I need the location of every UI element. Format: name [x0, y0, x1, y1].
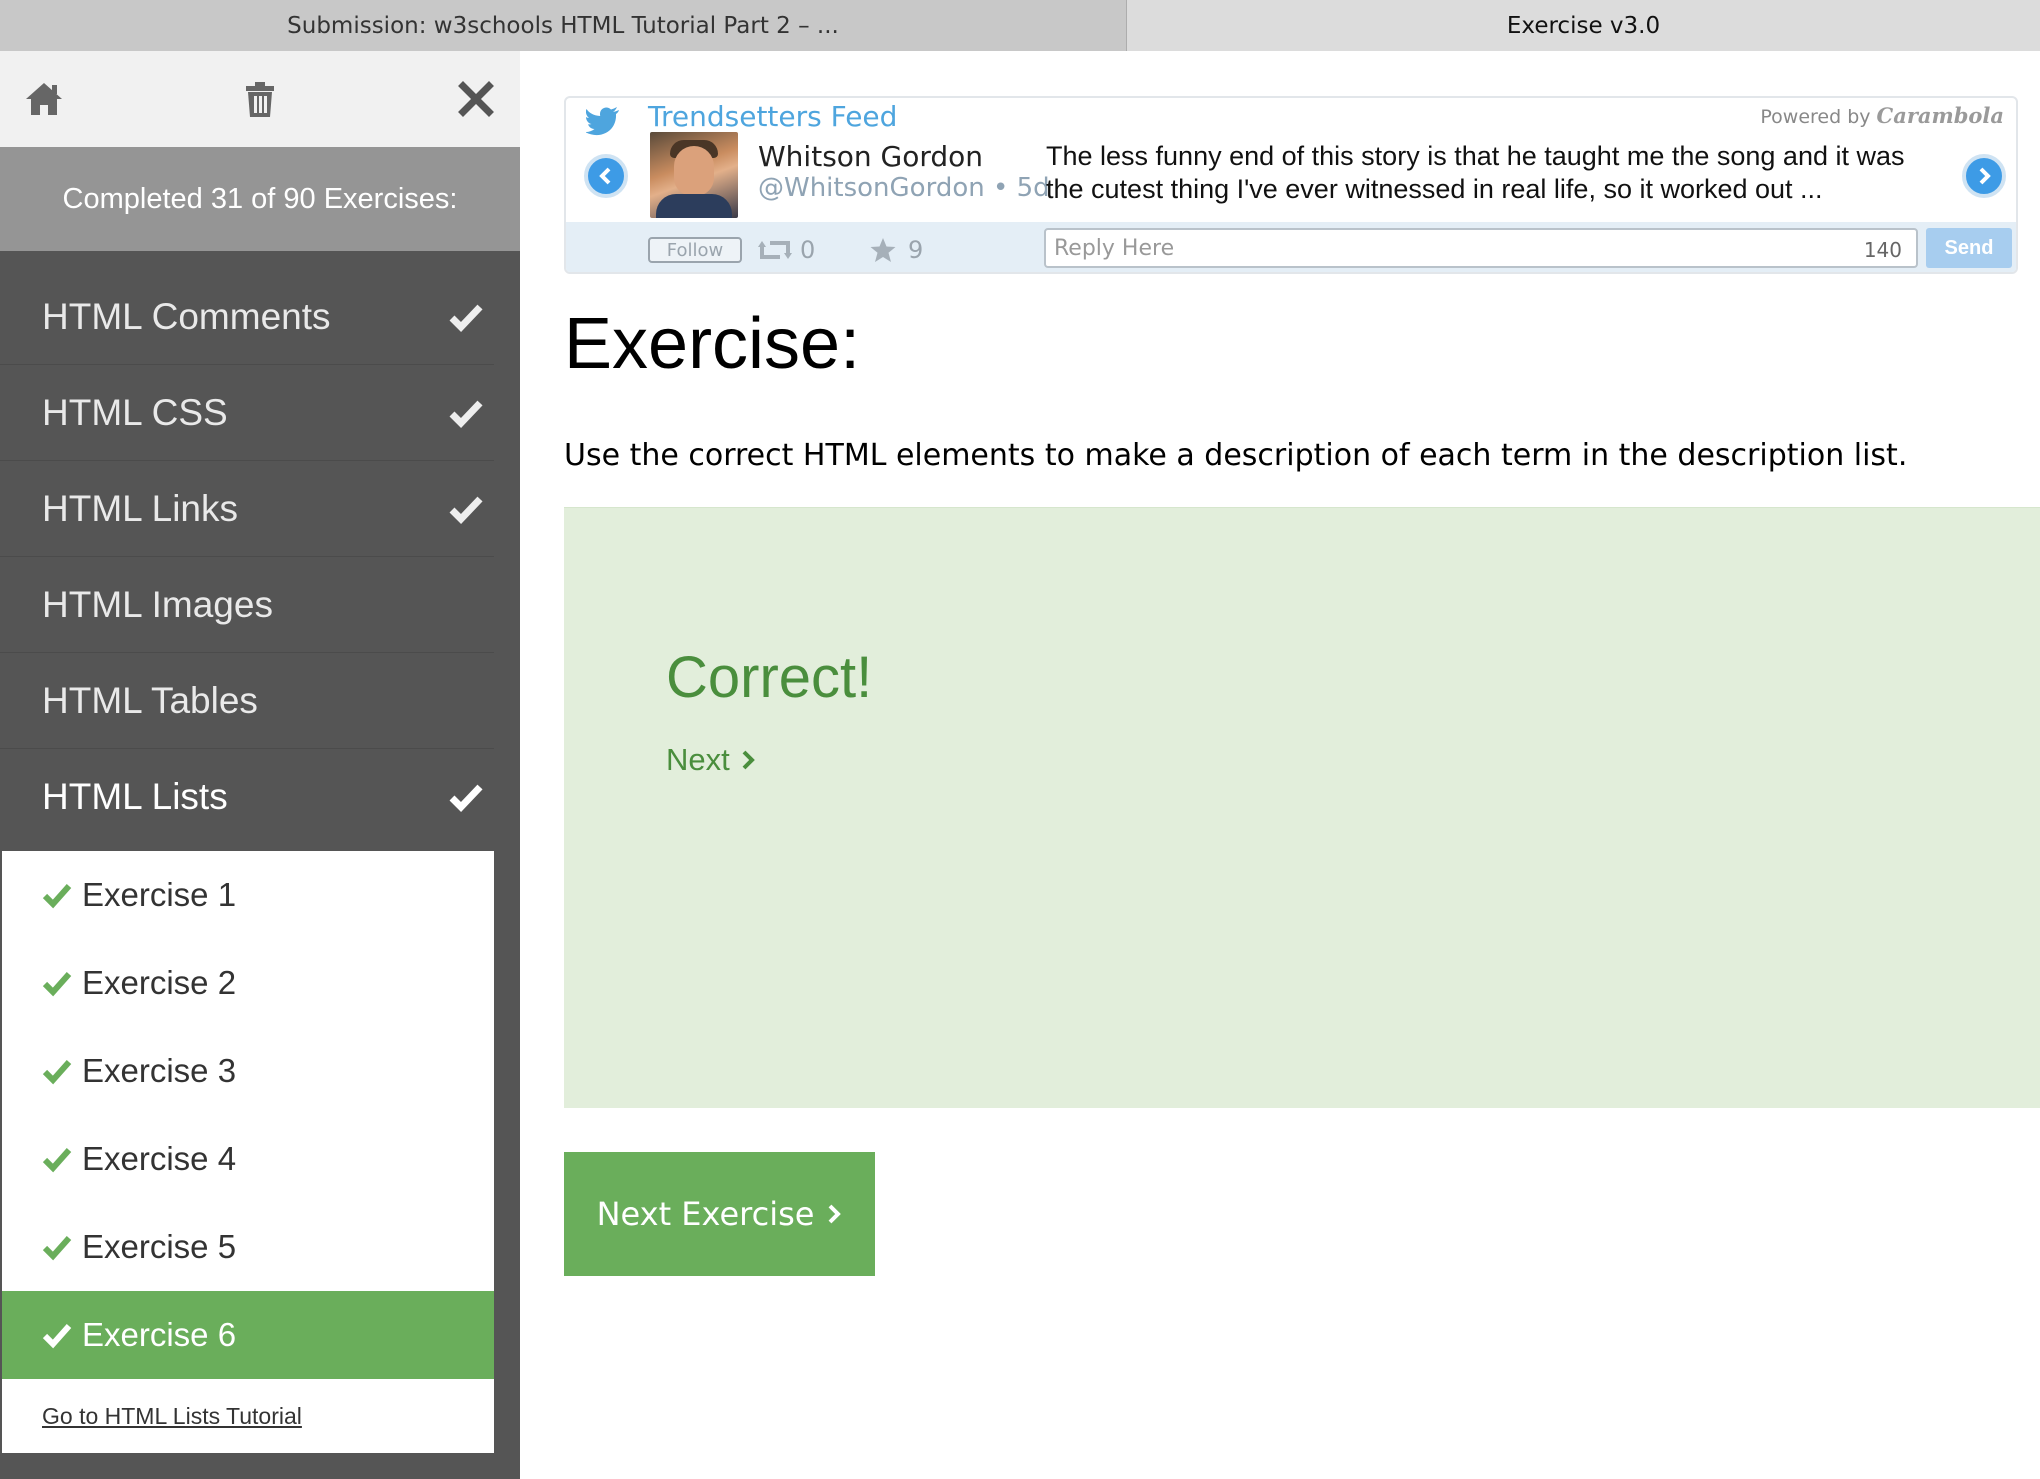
exercise-description: Use the correct HTML elements to make a …: [564, 438, 1908, 473]
twitter-feed-widget: Trendsetters Feed Powered by Carambola Wh…: [564, 96, 2018, 274]
sidebar-item-html-tables[interactable]: HTML Tables: [0, 653, 494, 749]
tweet-text: The less funny end of this story is that…: [1046, 141, 1905, 204]
exercise-item-6[interactable]: Exercise 6: [2, 1291, 494, 1379]
reply-placeholder: Reply Here: [1054, 235, 1175, 261]
browser-tab-bar: Submission: w3schools HTML Tutorial Part…: [0, 0, 2040, 51]
exercise-item-1[interactable]: Exercise 1: [2, 851, 494, 939]
result-title: Correct!: [666, 645, 873, 710]
exercise-label: Exercise 4: [82, 1140, 237, 1177]
exercise-list: Exercise 1 Exercise 2 Exercise 3 Exercis…: [2, 851, 494, 1453]
author-handle[interactable]: @WhitsonGordon • 5d: [758, 173, 1050, 203]
sidebar-toolbar: [0, 51, 520, 147]
favorite-button[interactable]: 9: [866, 236, 923, 264]
author-name[interactable]: Whitson Gordon: [758, 140, 983, 173]
main-content: Trendsetters Feed Powered by Carambola Wh…: [520, 51, 2040, 1479]
twitter-bird-icon: [586, 107, 619, 136]
close-icon[interactable]: [452, 75, 500, 123]
sidebar-item-label: HTML Images: [42, 583, 273, 625]
prev-tweet-button[interactable]: [584, 154, 628, 198]
sidebar-item-html-links[interactable]: HTML Links: [0, 461, 494, 557]
exercise-label: Exercise 1: [82, 876, 237, 913]
check-icon: [449, 496, 483, 525]
exercise-label: Exercise 5: [82, 1228, 237, 1265]
tab-exercise[interactable]: Exercise v3.0: [1127, 0, 2040, 51]
sidebar-item-html-css[interactable]: HTML CSS: [0, 365, 494, 461]
chevron-left-icon: [599, 167, 611, 185]
trash-icon[interactable]: [236, 75, 284, 123]
topic-list: HTML Comments HTML CSS HTML Links HTML I…: [0, 269, 494, 845]
check-icon: [449, 784, 483, 813]
retweet-icon: [758, 241, 792, 259]
sidebar-item-html-images[interactable]: HTML Images: [0, 557, 494, 653]
check-icon: [449, 400, 483, 429]
check-icon: [449, 304, 483, 333]
sidebar-item-label: HTML Links: [42, 487, 239, 529]
tab-submission[interactable]: Submission: w3schools HTML Tutorial Part…: [0, 0, 1127, 51]
sidebar: Completed 31 of 90 Exercises: HTML Comme…: [0, 51, 520, 1479]
feed-title[interactable]: Trendsetters Feed: [648, 100, 897, 133]
follow-button[interactable]: Follow: [648, 237, 742, 263]
exercise-label: Exercise 3: [82, 1052, 237, 1089]
sidebar-item-label: HTML Tables: [42, 679, 258, 721]
reply-input[interactable]: Reply Here 140: [1044, 228, 1918, 268]
sidebar-item-html-lists[interactable]: HTML Lists: [0, 749, 494, 845]
sidebar-item-label: HTML Lists: [42, 776, 228, 817]
tweet-area: Trendsetters Feed Powered by Carambola Wh…: [566, 98, 2016, 222]
exercise-item-4[interactable]: Exercise 4: [2, 1115, 494, 1203]
page-title: Exercise:: [564, 304, 861, 384]
star-icon: [870, 238, 896, 262]
powered-by: Powered by Carambola: [1760, 103, 2004, 128]
tweet-actions-bar: Follow 0 9 Reply Here 140 Send: [566, 222, 2016, 272]
check-icon: [42, 884, 72, 909]
chevron-right-icon: [829, 1204, 842, 1224]
chevron-right-icon: [1979, 167, 1991, 185]
check-icon: [42, 1060, 72, 1085]
next-link[interactable]: Next: [666, 742, 756, 778]
next-tweet-button[interactable]: [1962, 154, 2006, 198]
chevron-right-icon: [742, 750, 755, 770]
favorite-count: 9: [908, 236, 924, 264]
check-icon: [42, 1324, 72, 1349]
next-exercise-button[interactable]: Next Exercise: [564, 1152, 875, 1276]
avatar[interactable]: [650, 132, 738, 218]
retweet-count: 0: [800, 236, 816, 264]
character-count: 140: [1863, 238, 1902, 262]
check-icon: [42, 1148, 72, 1173]
result-panel: Correct! Next: [564, 507, 2040, 1108]
exercise-item-3[interactable]: Exercise 3: [2, 1027, 494, 1115]
next-link-label: Next: [666, 742, 730, 777]
exercise-label: Exercise 6: [82, 1316, 237, 1353]
exercise-item-5[interactable]: Exercise 5: [2, 1203, 494, 1291]
exercise-item-2[interactable]: Exercise 2: [2, 939, 494, 1027]
tutorial-link[interactable]: Go to HTML Lists Tutorial: [2, 1379, 494, 1453]
check-icon: [42, 972, 72, 997]
progress-banner: Completed 31 of 90 Exercises:: [0, 147, 520, 251]
check-icon: [42, 1236, 72, 1261]
sidebar-item-label: HTML CSS: [42, 391, 228, 433]
exercise-label: Exercise 2: [82, 964, 237, 1001]
home-icon[interactable]: [20, 75, 68, 123]
carambola-logo[interactable]: Carambola: [1877, 103, 2005, 128]
send-button[interactable]: Send: [1926, 228, 2012, 268]
next-exercise-label: Next Exercise: [596, 1195, 815, 1233]
sidebar-item-html-comments[interactable]: HTML Comments: [0, 269, 494, 365]
powered-by-label: Powered by: [1760, 106, 1871, 128]
retweet-button[interactable]: 0: [758, 236, 815, 264]
sidebar-item-label: HTML Comments: [42, 295, 331, 337]
